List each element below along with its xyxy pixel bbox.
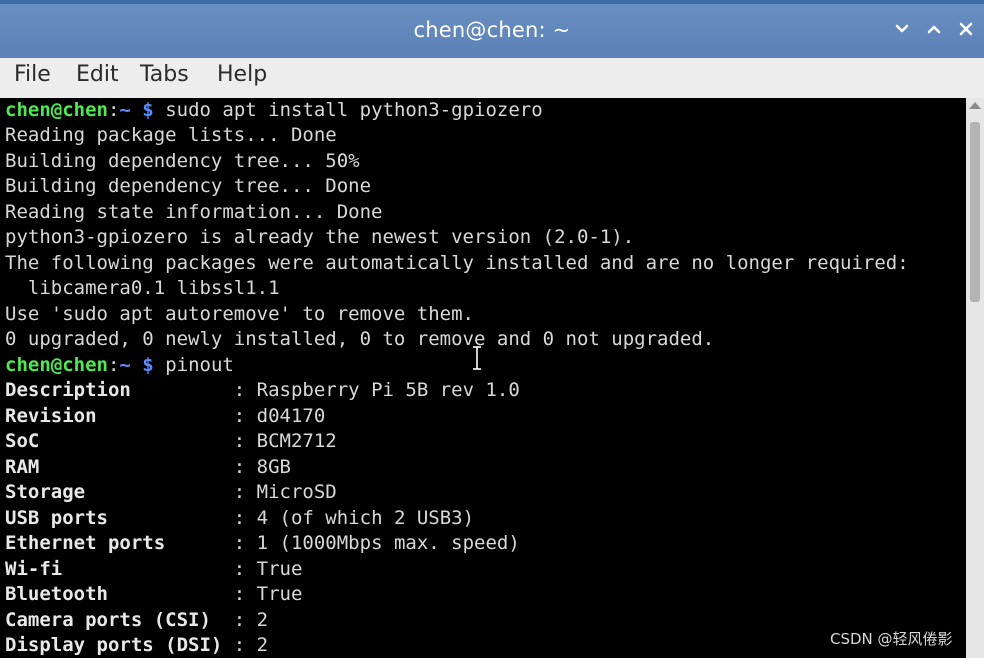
output-line: Building dependency tree... 50%: [5, 150, 360, 172]
prompt-separator: :: [107, 99, 120, 121]
pinout-value: : 8GB: [233, 456, 291, 478]
chevron-up-icon: [927, 25, 941, 34]
prompt-path: ~: [119, 99, 131, 121]
output-line: Building dependency tree... Done: [5, 175, 372, 197]
pinout-key: RAM: [5, 456, 223, 478]
pinout-row: Storage : MicroSD: [5, 480, 337, 505]
prompt-line: chen@chen:~ $ sudo apt install python3-g…: [5, 98, 543, 123]
output-line: The following packages were automaticall…: [5, 252, 909, 274]
pinout-row: RAM : 8GB: [5, 455, 291, 480]
menu-bar: File Edit Tabs Help: [0, 58, 984, 98]
prompt-line: chen@chen:~ $ pinout: [5, 353, 234, 378]
close-icon: [959, 22, 973, 36]
prompt-separator: :: [107, 354, 120, 376]
pinout-key: Revision: [5, 405, 223, 427]
pinout-value: : MicroSD: [233, 481, 337, 503]
pinout-row: Bluetooth : True: [5, 582, 302, 607]
pinout-row: Description : Raspberry Pi 5B rev 1.0: [5, 378, 520, 403]
prompt-userhost: chen@chen: [5, 99, 108, 121]
pinout-key: Display ports (DSI): [5, 634, 223, 656]
scroll-up-arrow-icon[interactable]: [969, 102, 981, 109]
command-text: sudo apt install python3-gpiozero: [165, 99, 543, 121]
chevron-down-icon: [895, 24, 909, 33]
prompt-symbol: $: [130, 354, 166, 376]
pinout-row: Wi-fi : True: [5, 557, 302, 582]
pinout-row: USB ports : 4 (of which 2 USB3): [5, 506, 474, 531]
maximize-button[interactable]: [921, 16, 947, 42]
pinout-row: SoC : BCM2712: [5, 429, 337, 454]
title-bar[interactable]: chen@chen: ~: [0, 0, 984, 58]
output-line: libcamera0.1 libssl1.1: [5, 277, 280, 299]
minimize-button[interactable]: [889, 16, 915, 42]
pinout-value: : Raspberry Pi 5B rev 1.0: [233, 379, 520, 401]
pinout-value: : d04170: [233, 405, 326, 427]
pinout-key: USB ports: [5, 507, 223, 529]
pinout-value: : 1 (1000Mbps max. speed): [233, 532, 520, 554]
menu-help[interactable]: Help: [217, 62, 267, 87]
scrollbar-thumb[interactable]: [970, 122, 980, 302]
pinout-row: Display ports (DSI) : 2: [5, 633, 268, 658]
close-button[interactable]: [953, 16, 979, 42]
terminal-output[interactable]: chen@chen:~ $ sudo apt install python3-g…: [0, 98, 966, 658]
pinout-key: Bluetooth: [5, 583, 223, 605]
pinout-key: Description: [5, 379, 223, 401]
window-title: chen@chen: ~: [413, 18, 571, 42]
pinout-key: Wi-fi: [5, 558, 223, 580]
prompt-symbol: $: [130, 99, 166, 121]
watermark: CSDN @轻风倦影: [830, 630, 953, 648]
pinout-value: : True: [233, 558, 303, 580]
pinout-row: Ethernet ports : 1 (1000Mbps max. speed): [5, 531, 520, 556]
pinout-value: : 2: [233, 609, 269, 631]
command-text: pinout: [165, 354, 234, 376]
prompt-path: ~: [119, 354, 131, 376]
terminal-window: chen@chen: ~ File Edit Tabs Help chen@ch…: [0, 0, 984, 658]
pinout-key: Storage: [5, 481, 223, 503]
prompt-userhost: chen@chen: [5, 354, 108, 376]
pinout-row: Revision : d04170: [5, 404, 325, 429]
pinout-value: : BCM2712: [233, 430, 337, 452]
output-line: Reading package lists... Done: [5, 124, 337, 146]
output-line: Reading state information... Done: [5, 201, 383, 223]
output-line: 0 upgraded, 0 newly installed, 0 to remo…: [5, 328, 715, 350]
menu-file[interactable]: File: [14, 62, 51, 87]
pinout-key: Ethernet ports: [5, 532, 223, 554]
pinout-row: Camera ports (CSI) : 2: [5, 608, 268, 633]
menu-edit[interactable]: Edit: [76, 62, 119, 87]
pinout-key: SoC: [5, 430, 223, 452]
output-line: Use 'sudo apt autoremove' to remove them…: [5, 303, 474, 325]
pinout-key: Camera ports (CSI): [5, 609, 223, 631]
pinout-value: : 2: [233, 634, 269, 656]
text-cursor-icon: [473, 346, 481, 370]
pinout-value: : True: [233, 583, 303, 605]
pinout-value: : 4 (of which 2 USB3): [233, 507, 475, 529]
menu-tabs[interactable]: Tabs: [140, 62, 189, 87]
output-line: python3-gpiozero is already the newest v…: [5, 226, 635, 248]
vertical-scrollbar[interactable]: [966, 98, 984, 658]
